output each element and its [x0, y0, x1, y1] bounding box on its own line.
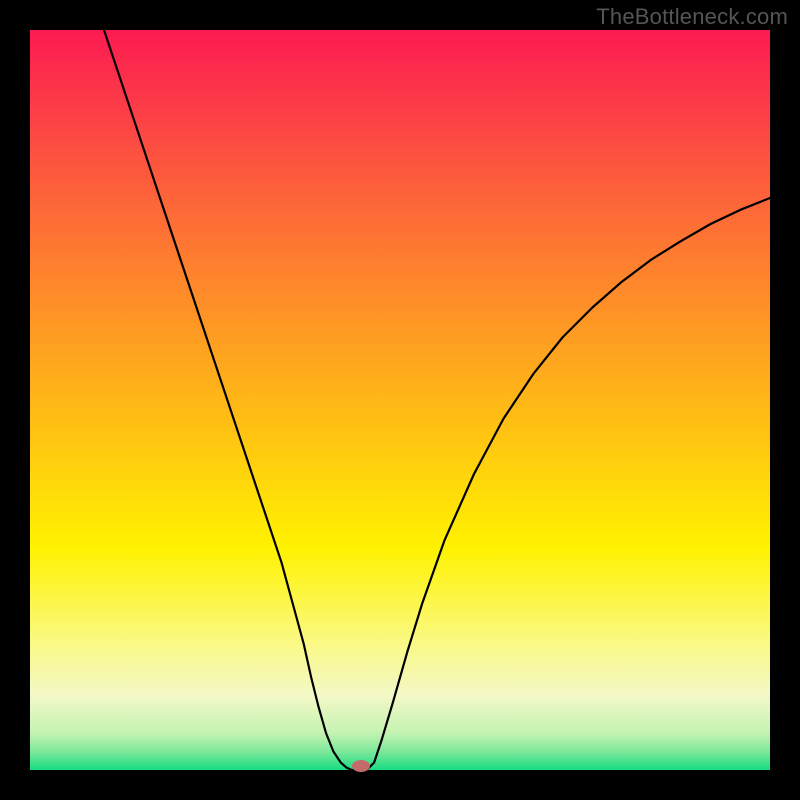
- chart-frame: TheBottleneck.com: [0, 0, 800, 800]
- current-config-marker: [352, 760, 370, 772]
- watermark-text: TheBottleneck.com: [596, 4, 788, 30]
- bottleneck-curve: [30, 30, 770, 770]
- plot-area: [30, 30, 770, 770]
